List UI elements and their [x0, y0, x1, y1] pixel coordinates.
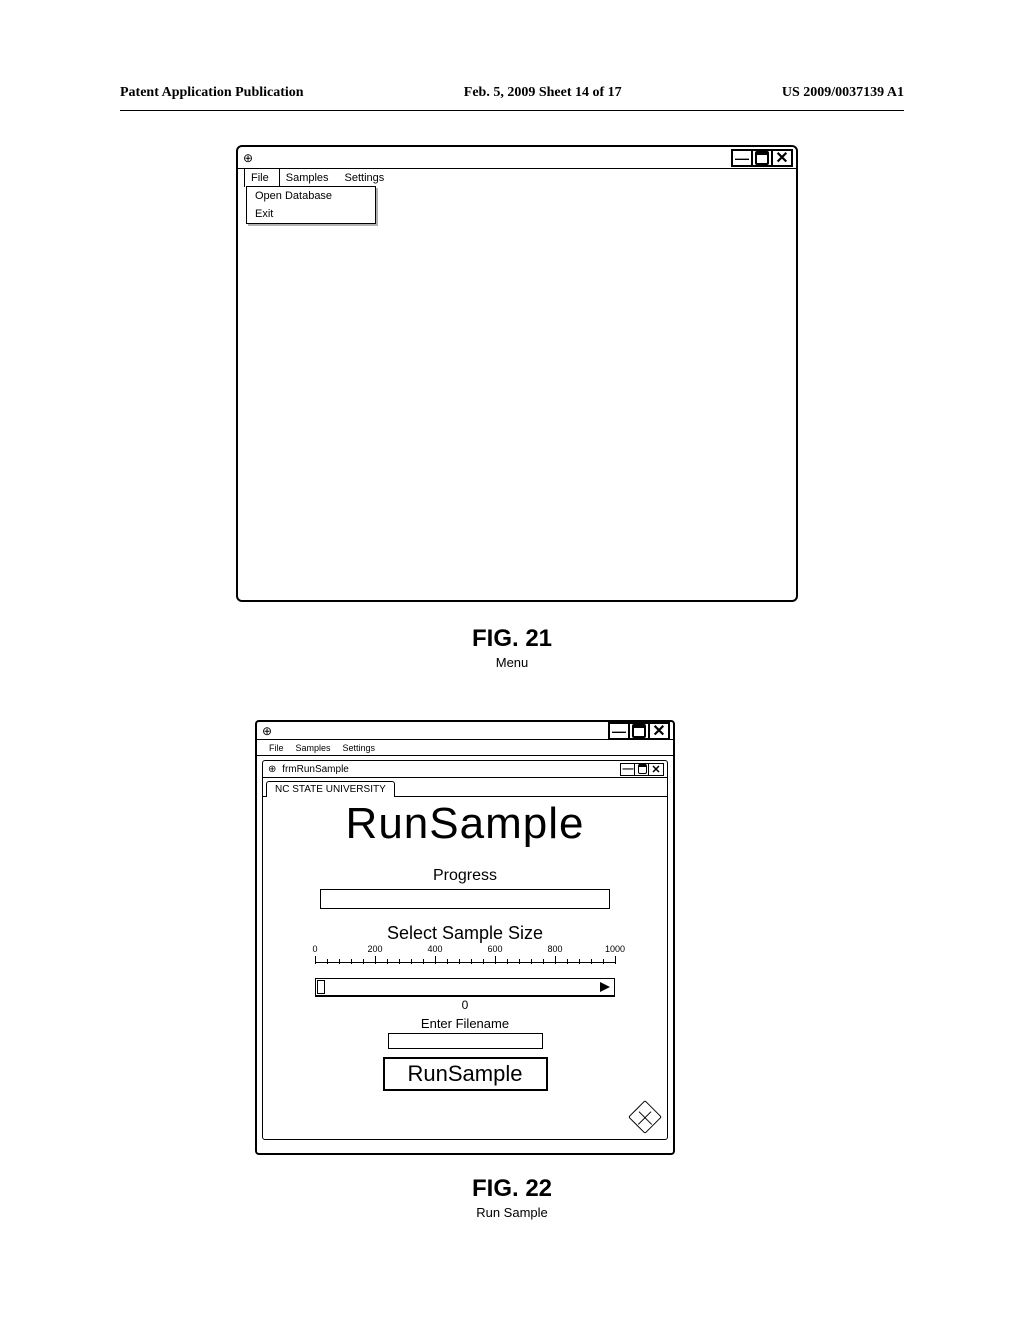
slider-thumb-icon[interactable]	[317, 980, 325, 994]
menu-samples[interactable]: Samples	[280, 169, 339, 187]
enter-filename-label: Enter Filename	[291, 1016, 639, 1031]
inner-titlebar: ⊕ frmRunSample — ✕	[263, 761, 667, 778]
pub-label: Patent Application Publication	[120, 85, 304, 101]
tick-label: 200	[367, 944, 382, 954]
minimize-button[interactable]: —	[731, 149, 753, 167]
menu-samples[interactable]: Samples	[290, 742, 337, 754]
close-button[interactable]: ✕	[648, 722, 670, 740]
tick-label: 600	[487, 944, 502, 954]
inner-window-title: frmRunSample	[282, 764, 349, 775]
fig22-subtitle: Run Sample	[0, 1205, 1024, 1220]
tick-label: 400	[427, 944, 442, 954]
fig21-number: FIG. 21	[0, 625, 1024, 653]
menu-settings[interactable]: Settings	[337, 742, 382, 754]
close-button[interactable]: ✕	[648, 763, 664, 776]
frm-run-sample-window: ⊕ frmRunSample — ✕ NC STATE UNIVERSITY R…	[262, 760, 668, 1140]
maximize-button[interactable]	[628, 722, 650, 740]
menu-file[interactable]: File	[244, 169, 280, 187]
fig21-caption: FIG. 21 Menu	[0, 625, 1024, 670]
sample-size-ruler: 0 200 400 600 800 1000	[315, 950, 615, 978]
fig21-subtitle: Menu	[0, 655, 1024, 670]
header-rule	[120, 110, 904, 111]
progress-label: Progress	[291, 867, 639, 885]
tick-label: 0	[312, 944, 317, 954]
fig22-menubar: File Samples Settings	[257, 740, 673, 756]
sample-size-slider[interactable]	[315, 978, 615, 996]
slider-arrow-icon[interactable]	[600, 982, 610, 992]
fig22-number: FIG. 22	[0, 1175, 1024, 1203]
tick-label: 800	[547, 944, 562, 954]
maximize-button[interactable]	[751, 149, 773, 167]
fig22-caption: FIG. 22 Run Sample	[0, 1175, 1024, 1220]
run-sample-button[interactable]: RunSample	[383, 1057, 548, 1091]
sheet-label: Feb. 5, 2009 Sheet 14 of 17	[464, 85, 622, 101]
fig22-window: ⊕ — ✕ File Samples Settings ⊕ frmRunSamp…	[255, 720, 675, 1155]
fig22-titlebar: ⊕ — ✕	[257, 722, 673, 740]
minimize-button[interactable]: —	[608, 722, 630, 740]
system-menu-icon[interactable]: ⊕	[243, 152, 253, 164]
fig21-menubar: File Samples Settings	[238, 169, 796, 187]
tab-nc-state[interactable]: NC STATE UNIVERSITY	[266, 781, 395, 797]
close-button[interactable]: ✕	[771, 149, 793, 167]
file-dropdown: Open Database Exit	[246, 186, 376, 224]
menu-settings[interactable]: Settings	[339, 169, 395, 187]
tick-label: 1000	[605, 944, 625, 954]
menu-open-database[interactable]: Open Database	[247, 187, 375, 205]
select-sample-size-label: Select Sample Size	[291, 923, 639, 944]
inner-tabstrip: NC STATE UNIVERSITY	[263, 778, 667, 797]
filename-input[interactable]	[388, 1033, 543, 1049]
system-menu-icon[interactable]: ⊕	[262, 725, 272, 737]
page-header: Patent Application Publication Feb. 5, 2…	[120, 85, 904, 101]
patent-number: US 2009/0037139 A1	[782, 85, 904, 101]
fig21-titlebar: ⊕ — ✕	[238, 147, 796, 169]
progress-bar	[320, 889, 610, 909]
menu-file[interactable]: File	[263, 742, 290, 754]
menu-exit[interactable]: Exit	[247, 205, 375, 223]
runsample-heading: RunSample	[291, 799, 639, 849]
sample-size-value: 0	[315, 996, 615, 1012]
fig21-window: ⊕ — ✕ File Samples Settings Open Databas…	[236, 145, 798, 602]
busy-spinner-icon	[628, 1100, 662, 1134]
system-menu-icon[interactable]: ⊕	[268, 764, 276, 775]
